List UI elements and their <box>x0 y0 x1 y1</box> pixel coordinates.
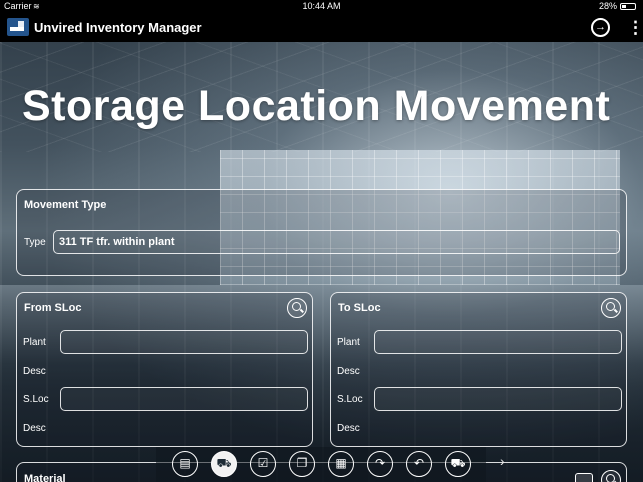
from-plant-desc-label: Desc <box>23 366 46 377</box>
status-bar: Carrier ≋ 10:44 AM 28% <box>0 0 643 13</box>
truck-icon[interactable]: ⛟ <box>445 451 471 477</box>
to-sloc-desc-label: Desc <box>337 423 360 434</box>
more-vertical-icon[interactable]: ⋮ <box>627 18 643 37</box>
material-list-icon[interactable] <box>575 473 593 482</box>
from-plant-label: Plant <box>23 337 46 348</box>
to-sloc-search-icon[interactable] <box>601 298 621 318</box>
redo-arrow-icon[interactable]: ↷ <box>367 451 393 477</box>
material-search-icon[interactable] <box>601 470 621 482</box>
to-plant-label: Plant <box>337 337 360 348</box>
from-sloc-search-icon[interactable] <box>287 298 307 318</box>
app-title: Unvired Inventory Manager <box>34 20 202 35</box>
to-plant-field[interactable] <box>374 330 622 354</box>
briefcase-icon[interactable]: ▤ <box>172 451 198 477</box>
battery-icon <box>620 3 636 10</box>
page-title: Storage Location Movement <box>22 82 611 130</box>
material-heading: Material <box>24 473 66 482</box>
clipboard-check-icon[interactable]: ☑ <box>250 451 276 477</box>
to-plant-desc-label: Desc <box>337 366 360 377</box>
forklift-icon[interactable]: ⛟ <box>211 451 237 477</box>
to-sloc-heading: To SLoc <box>338 302 381 314</box>
pallet-icon[interactable]: ▦ <box>328 451 354 477</box>
from-sloc-field[interactable] <box>60 387 308 411</box>
arrow-right-circle-icon[interactable]: → <box>591 18 610 37</box>
document-icon[interactable]: ❐ <box>289 451 315 477</box>
from-plant-field[interactable] <box>60 330 308 354</box>
to-sloc-label: S.Loc <box>337 394 363 405</box>
to-sloc-field[interactable] <box>374 387 622 411</box>
battery-percent: 28% <box>598 1 617 11</box>
from-sloc-desc-label: Desc <box>23 423 46 434</box>
from-sloc-panel: From SLoc Plant Desc S.Loc Desc <box>16 292 313 447</box>
app-bar: Unvired Inventory Manager → ⋮ <box>0 13 643 42</box>
undo-arrow-icon[interactable]: ↶ <box>406 451 432 477</box>
from-sloc-label: S.Loc <box>23 394 49 405</box>
movement-type-field[interactable]: 311 TF tfr. within plant <box>53 230 620 254</box>
to-sloc-panel: To SLoc Plant Desc S.Loc Desc <box>330 292 627 447</box>
type-label: Type <box>24 237 46 248</box>
bottom-toolbar: ▤ ⛟ ☑ ❐ ▦ ↷ ↶ ⛟ <box>156 447 486 482</box>
from-sloc-heading: From SLoc <box>24 302 82 314</box>
movement-type-panel: Movement Type Type 311 TF tfr. within pl… <box>16 189 627 276</box>
movement-type-heading: Movement Type <box>24 199 107 211</box>
status-time: 10:44 AM <box>302 1 341 11</box>
chevron-right-icon[interactable]: › <box>500 453 505 469</box>
forklift-logo-icon <box>7 18 29 36</box>
